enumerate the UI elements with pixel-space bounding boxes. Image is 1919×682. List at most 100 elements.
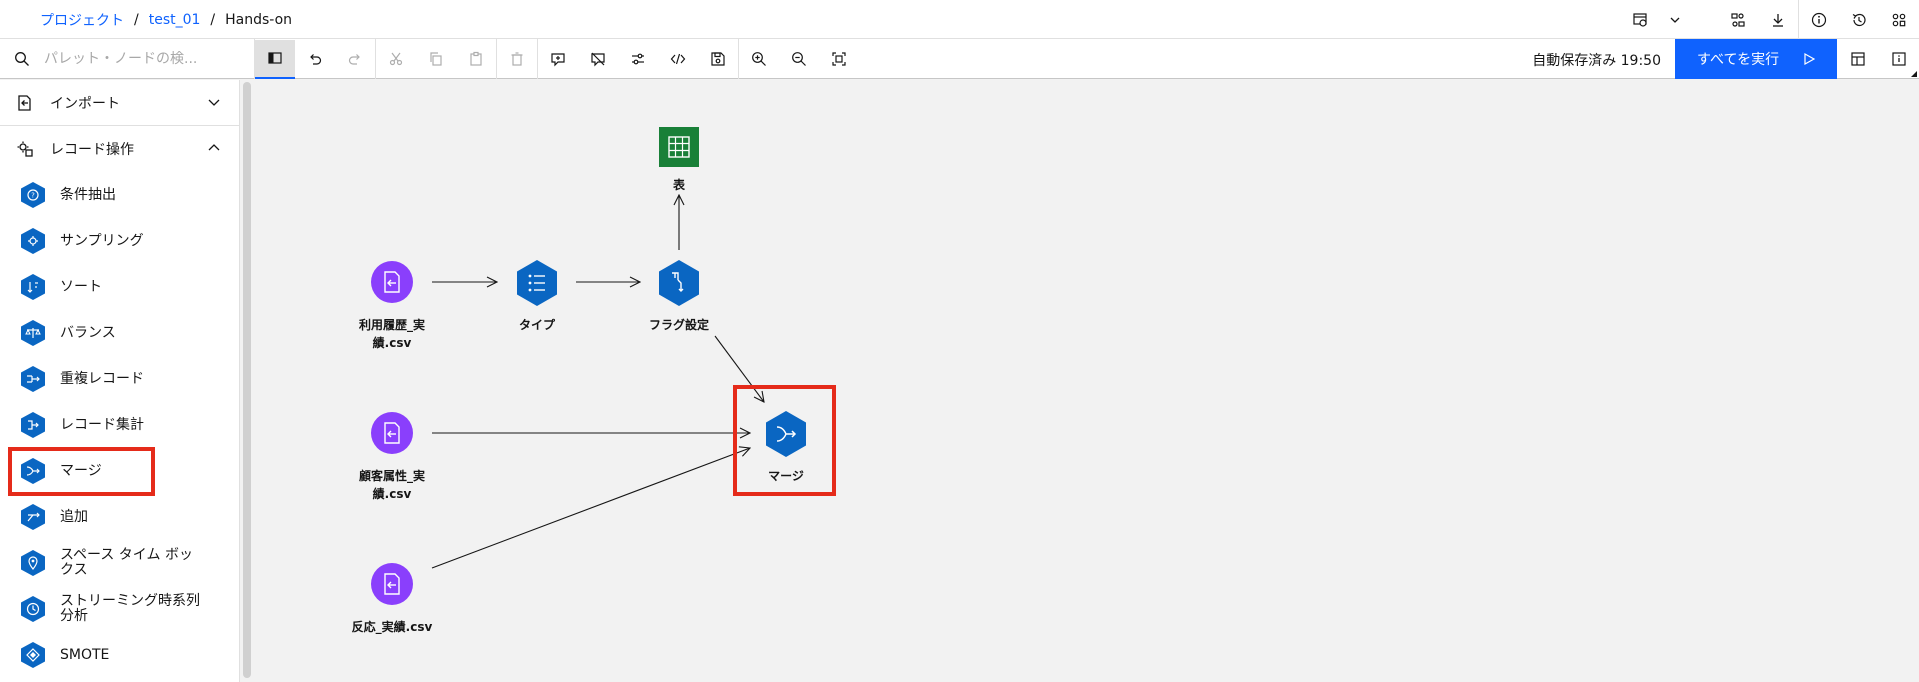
apps-icon[interactable] [1879,0,1919,39]
search-icon [15,52,29,66]
palette-node-smote[interactable]: SMOTE [0,632,239,678]
save-button[interactable] [698,40,738,79]
run-all-button[interactable]: すべてを実行 [1675,39,1837,79]
category-import[interactable]: インポート [0,80,239,126]
palette-node-label: スペース タイム ボックス [60,547,193,578]
palette-node-streaming-ts[interactable]: ストリーミング時系列分析 [0,586,239,632]
palette-node-label: 条件抽出 [60,186,116,203]
node-customer-csv[interactable] [371,412,413,454]
node-table[interactable] [659,127,699,167]
code-icon [670,53,686,65]
cut-button[interactable] [376,40,416,79]
palette-node-balance[interactable]: バランス [0,310,239,356]
environment-icon[interactable] [1620,0,1660,39]
delete-button[interactable] [497,40,537,79]
info-panel-button[interactable] [1879,39,1919,79]
node-label-usage-csv: 利用履歴_実績.csv [358,318,425,350]
history-icon[interactable] [1839,0,1879,39]
zoom-in-icon [752,52,766,66]
node-response-csv[interactable] [371,563,413,605]
fit-to-screen-button[interactable] [819,40,859,79]
copy-button[interactable] [416,40,456,79]
palette-node-label: 重複レコード [60,370,144,387]
node-label-customer-csv: 顧客属性_実績.csv [358,469,425,501]
set-to-flag-icon [659,260,699,306]
palette-search-input[interactable] [44,51,234,67]
settings-button[interactable] [618,40,658,79]
zoom-out-icon [792,52,806,66]
palette-search [0,39,255,79]
palette-node-aggregate[interactable]: レコード集計 [0,402,239,448]
select-icon: ? [21,182,45,208]
node-usage-csv[interactable] [371,261,413,303]
outputs-icon [1851,52,1865,66]
category-record-operations[interactable]: レコード操作 [0,126,239,172]
sort-icon [21,274,45,300]
palette-node-sort[interactable]: ソート [0,264,239,310]
append-icon [21,504,45,530]
toolbar: 自動保存済み 19:50 すべてを実行 [0,39,1919,79]
file-import-icon [371,563,413,605]
info-icon[interactable] [1799,0,1839,39]
add-comment-icon [551,53,565,67]
paste-button[interactable] [456,40,496,79]
data-link-icon[interactable] [1718,0,1758,39]
palette-node-distinct[interactable]: 重複レコード [0,356,239,402]
streaming-ts-icon [21,596,45,622]
toggle-palette-button[interactable] [255,39,295,79]
node-type[interactable] [516,260,558,306]
palette-merge-highlight [8,447,155,496]
breadcrumb: プロジェクト / test_01 / Hands-on [40,10,292,30]
play-icon [1804,53,1815,65]
palette-node-sample[interactable]: サンプリング [0,218,239,264]
code-button[interactable] [658,40,698,79]
chevron-up-icon [208,144,220,151]
flow-canvas[interactable]: 表 利用履歴_実績.csv タイプ フラグ設定 顧客属性_実績.csv マージ … [252,80,1919,682]
palette-node-label: レコード集計 [60,416,144,433]
space-time-icon [21,550,45,576]
balance-icon [21,320,45,346]
redo-button[interactable] [335,40,375,79]
header-bar: プロジェクト / test_01 / Hands-on [0,0,1919,39]
panel-info-icon [1892,52,1906,66]
zoom-out-button[interactable] [779,40,819,79]
download-icon[interactable] [1758,0,1798,39]
paste-icon [470,51,482,66]
hide-comments-button[interactable] [578,40,618,79]
breadcrumb-current-flow: Hands-on [225,12,293,28]
side-panel-icon [268,52,282,64]
breadcrumb-projects-link[interactable]: プロジェクト [40,10,124,30]
node-set-to-flag[interactable] [658,260,700,306]
palette-node-space-time-boxes[interactable]: スペース タイム ボックス [0,540,239,586]
flow-links [431,80,1919,569]
palette-node-select[interactable]: ? 条件抽出 [0,172,239,218]
undo-button[interactable] [295,40,335,79]
canvas-merge-highlight [733,385,836,496]
redo-icon [348,54,360,65]
type-icon [517,260,557,306]
undo-icon [310,54,322,65]
chevron-down-icon[interactable] [1660,0,1690,39]
svg-text:?: ? [31,192,35,200]
link-response-to-merge[interactable] [431,448,750,569]
distinct-icon [21,366,45,392]
settings-adjust-icon [632,53,644,65]
save-icon [711,52,725,66]
palette-scrollbar[interactable] [243,82,251,678]
breadcrumb-project-link[interactable]: test_01 [149,12,201,28]
palette-node-append[interactable]: 追加 [0,494,239,540]
palette-node-label: SMOTE [60,646,110,663]
chevron-down-icon [208,99,220,106]
smote-icon [21,642,45,668]
import-icon [18,94,31,111]
cut-icon [389,52,403,66]
node-label-response-csv: 反応_実績.csv [351,620,433,634]
hide-comments-icon [591,52,605,67]
node-label-table: 表 [672,178,685,192]
zoom-in-button[interactable] [739,40,779,79]
add-comment-button[interactable] [538,40,578,79]
outputs-panel-button[interactable] [1838,39,1878,79]
node-label-set-to-flag: フラグ設定 [648,318,709,332]
palette-node-label: バランス [60,324,116,341]
palette-node-label: ストリーミング時系列分析 [60,593,200,624]
